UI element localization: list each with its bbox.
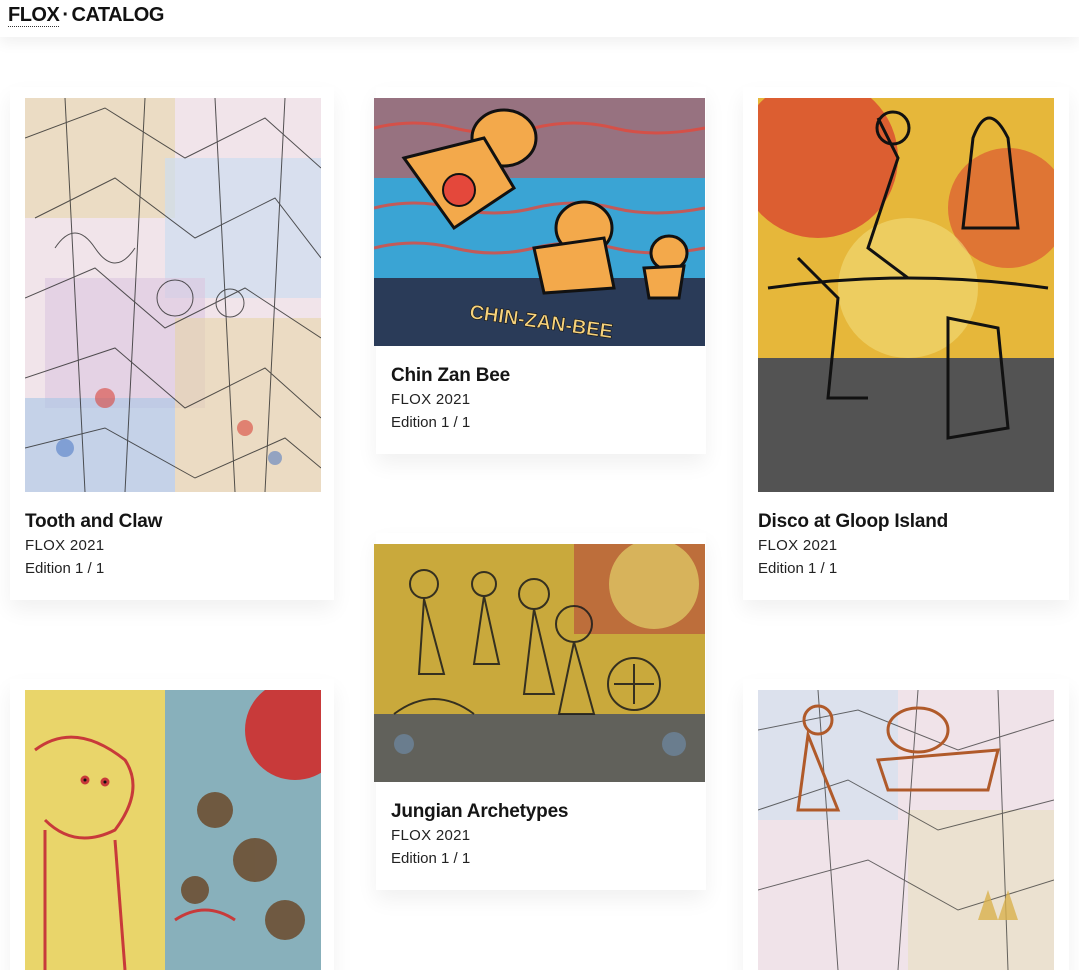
artwork-card[interactable] (10, 679, 334, 970)
artwork-artist: FLOX 2021 (391, 827, 471, 844)
artwork-title[interactable]: Jungian Archetypes (391, 801, 691, 823)
artwork-artist: FLOX 2021 (758, 537, 838, 554)
artwork-card[interactable]: Disco at Gloop Island FLOX 2021 Edition … (743, 87, 1069, 600)
artwork-image[interactable]: CHIN-ZAN-BEE (374, 98, 705, 346)
artwork-card[interactable] (743, 679, 1069, 970)
artwork-edition: Edition 1 / 1 (391, 850, 471, 867)
artwork-title[interactable]: Disco at Gloop Island (758, 511, 1054, 533)
artwork-image[interactable] (25, 98, 321, 492)
artwork-image[interactable] (374, 544, 705, 782)
artwork-title[interactable]: Chin Zan Bee (391, 365, 691, 387)
artwork-card[interactable]: Jungian Archetypes FLOX 2021 Edition 1 /… (374, 533, 706, 890)
artwork-image[interactable] (25, 690, 321, 970)
artwork-edition: Edition 1 / 1 (391, 414, 471, 431)
artwork-edition: Edition 1 / 1 (25, 560, 105, 577)
brand: FLOX · CATALOG (8, 4, 164, 27)
artwork-image[interactable] (758, 690, 1054, 970)
artwork-card[interactable]: CHIN-ZAN-BEE Chin Zan Bee FLOX 2021 Edit… (374, 87, 706, 454)
top-bar: FLOX · CATALOG (0, 0, 1079, 37)
artwork-artist: FLOX 2021 (391, 391, 471, 408)
section-title: CATALOG (71, 4, 165, 26)
artwork-artist: FLOX 2021 (25, 537, 105, 554)
home-link[interactable]: FLOX (8, 4, 60, 27)
artwork-card[interactable]: Tooth and Claw FLOX 2021 Edition 1 / 1 (10, 87, 334, 600)
artwork-edition: Edition 1 / 1 (758, 560, 838, 577)
artwork-title[interactable]: Tooth and Claw (25, 511, 321, 533)
brand-separator: · (62, 4, 69, 26)
artwork-image[interactable] (758, 98, 1054, 492)
